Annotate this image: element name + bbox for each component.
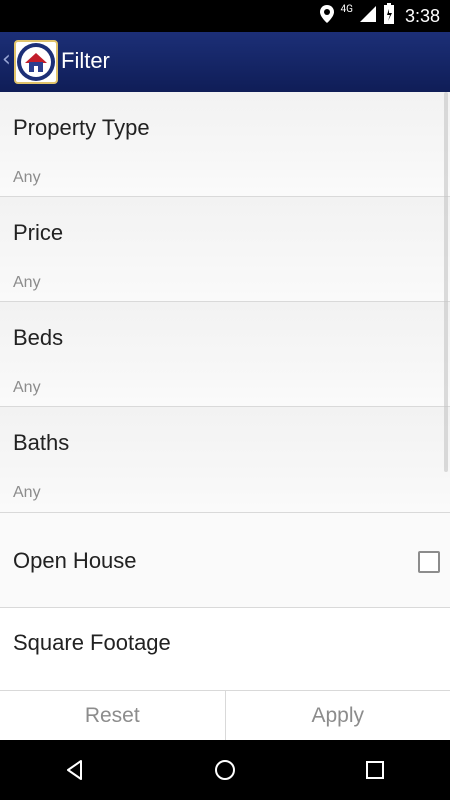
back-icon[interactable] <box>55 750 95 790</box>
home-icon[interactable] <box>205 750 245 790</box>
filter-label: Square Footage <box>13 630 171 655</box>
apply-button[interactable]: Apply <box>224 691 450 741</box>
filter-list: Property Type Any Price Any Beds Any Bat… <box>0 92 450 690</box>
button-bar: Reset Apply <box>0 690 450 741</box>
filter-label: Beds <box>13 325 64 350</box>
status-bar: 4G 3:38 <box>0 0 450 32</box>
navigation-bar <box>0 740 450 800</box>
chevron-left-icon[interactable]: ‹ <box>2 47 11 72</box>
filter-item-property-type[interactable]: Property Type Any <box>0 92 450 197</box>
battery-icon <box>383 3 395 29</box>
open-house-checkbox[interactable] <box>418 551 440 573</box>
filter-value: Any <box>13 379 41 396</box>
network-type: 4G <box>340 4 353 15</box>
filter-item-beds[interactable]: Beds Any <box>0 302 450 407</box>
filter-item-square-footage[interactable]: Square Footage <box>0 608 450 690</box>
home-logo[interactable] <box>14 40 58 84</box>
action-bar: ‹ Filter <box>0 32 450 92</box>
location-icon <box>319 4 335 28</box>
filter-label: Property Type <box>13 115 150 140</box>
status-time: 3:38 <box>404 5 440 26</box>
filter-label: Baths <box>13 430 70 455</box>
filter-item-open-house[interactable]: Open House <box>0 513 450 608</box>
filter-label: Open House <box>13 548 137 573</box>
filter-value: Any <box>13 274 41 291</box>
filter-value: Any <box>13 484 41 501</box>
page-title: Filter <box>61 48 110 73</box>
filter-item-price[interactable]: Price Any <box>0 197 450 302</box>
signal-icon <box>359 5 377 27</box>
filter-value: Any <box>13 169 41 186</box>
reset-button[interactable]: Reset <box>0 691 225 741</box>
filter-item-baths[interactable]: Baths Any <box>0 407 450 513</box>
recents-icon[interactable] <box>355 750 395 790</box>
scrollbar[interactable] <box>444 92 448 472</box>
filter-label: Price <box>13 220 64 245</box>
